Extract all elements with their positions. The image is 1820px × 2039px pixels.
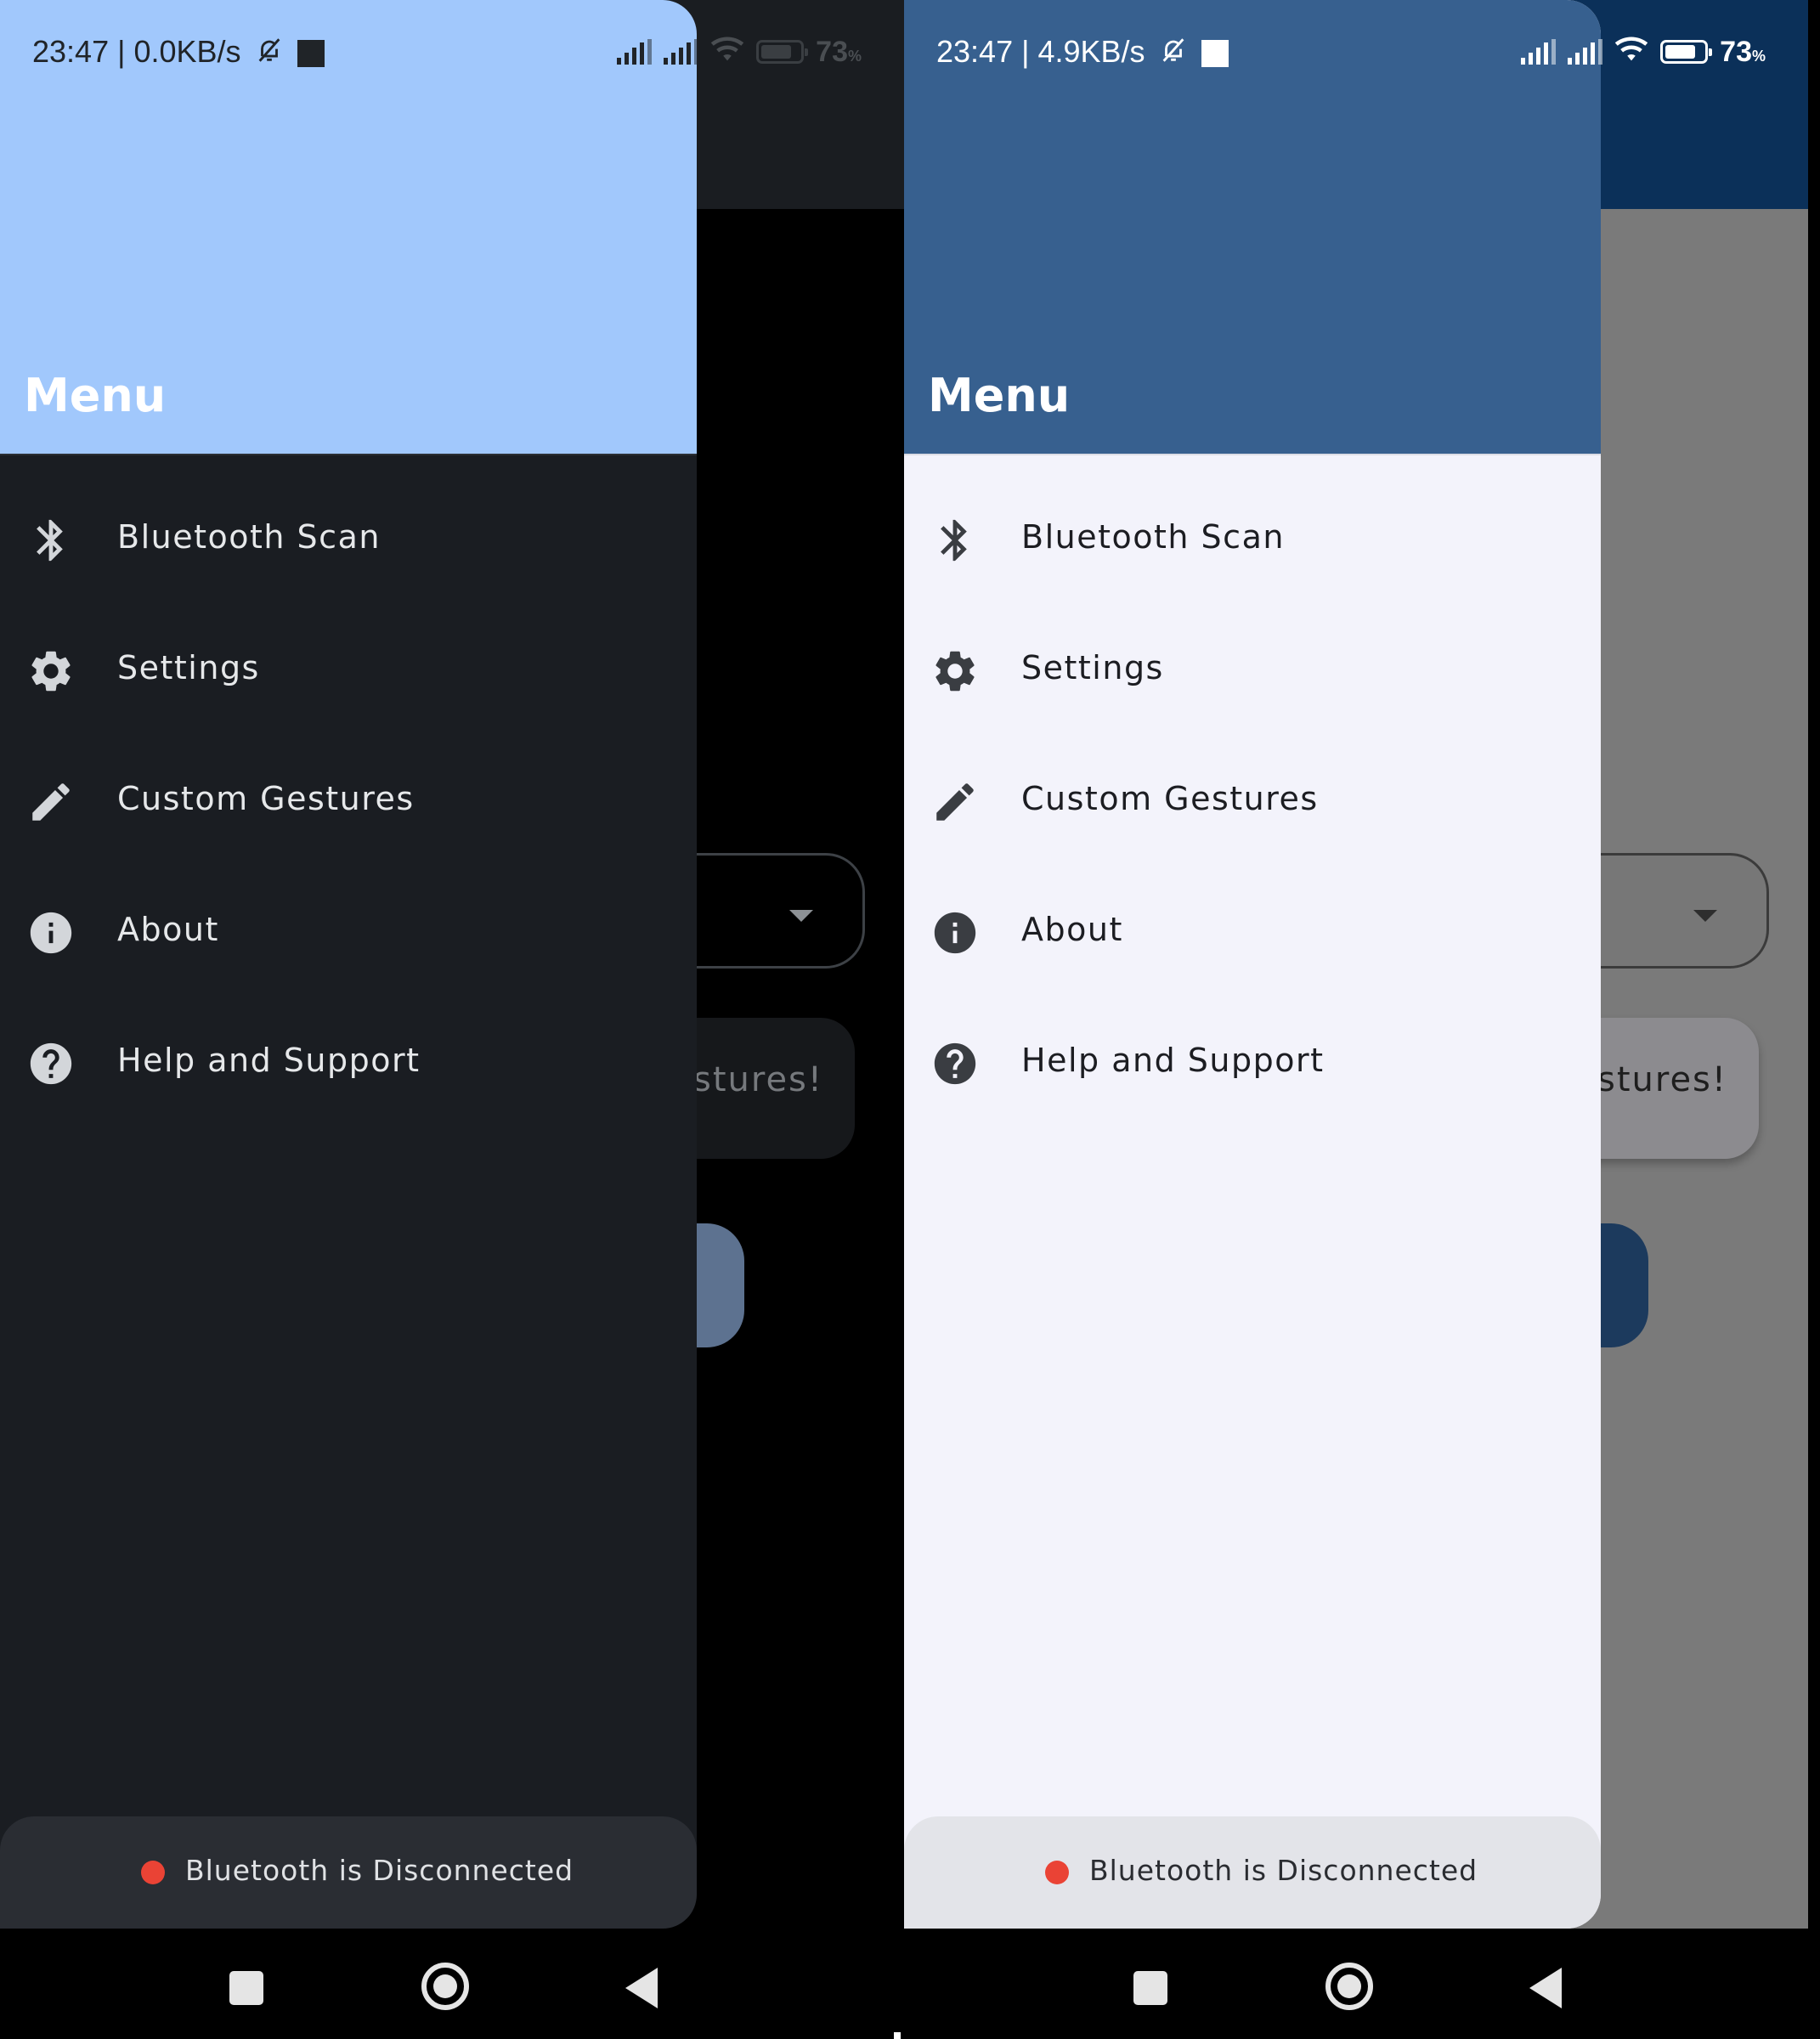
divider-tick (894, 2032, 901, 2039)
background-card-text: stures! (693, 1060, 823, 1099)
status-bar: 23:47 | 0.0KB/s 73% (0, 0, 904, 102)
menu-item-bluetooth-scan[interactable]: Bluetooth Scan (904, 474, 1601, 605)
menu-item-help-and-support[interactable]: Help and Support (0, 997, 697, 1128)
status-icons: 73% (617, 34, 862, 70)
status-dot-icon (141, 1861, 165, 1884)
notification-square-icon (297, 40, 325, 68)
menu-item-help-and-support[interactable]: Help and Support (904, 997, 1601, 1128)
back-icon[interactable] (1529, 1968, 1562, 2008)
gear-icon (25, 646, 76, 697)
wifi-icon (1614, 34, 1648, 70)
menu-item-about[interactable]: About (0, 867, 697, 997)
menu-item-custom-gestures[interactable]: Custom Gestures (904, 736, 1601, 867)
signal-icon (1521, 39, 1557, 65)
signal-icon (617, 39, 653, 65)
menu-list: Bluetooth Scan Settings Custom Gestures … (904, 454, 1601, 1128)
battery-level: 73% (816, 35, 862, 68)
help-icon (25, 1038, 76, 1089)
menu-item-label: Help and Support (117, 1042, 421, 1079)
recents-icon[interactable] (229, 1971, 263, 2005)
status-icons: 73% (1521, 34, 1766, 70)
status-time: 23:47 | 4.9KB/s (936, 34, 1229, 72)
menu-item-label: Custom Gestures (1021, 780, 1319, 817)
status-dot-icon (1045, 1861, 1069, 1884)
menu-item-settings[interactable]: Settings (904, 605, 1601, 736)
navigation-drawer: Menu Bluetooth Scan Settings Custom Gest… (904, 0, 1601, 1929)
home-icon[interactable] (421, 1963, 469, 2010)
bluetooth-status-text: Bluetooth is Disconnected (185, 1854, 574, 1887)
phone-screen-light: stures! Menu Bluetooth Scan Settings Cus… (904, 0, 1808, 2039)
bluetooth-icon (25, 515, 76, 566)
menu-item-label: Bluetooth Scan (1021, 518, 1285, 556)
navigation-bar (0, 1929, 904, 2039)
home-icon[interactable] (1325, 1963, 1373, 2010)
menu-item-label: Settings (117, 649, 260, 686)
menu-item-label: Bluetooth Scan (117, 518, 381, 556)
drawer-title: Menu (928, 369, 1071, 422)
signal-icon (664, 39, 699, 65)
bell-off-icon (1159, 36, 1188, 72)
battery-icon (1660, 40, 1713, 64)
navigation-drawer: Menu Bluetooth Scan Settings Custom Gest… (0, 0, 697, 1929)
menu-item-label: Help and Support (1021, 1042, 1325, 1079)
bluetooth-status-footer: Bluetooth is Disconnected (904, 1816, 1601, 1929)
help-icon (930, 1038, 981, 1089)
caret-down-icon (789, 910, 813, 922)
battery-icon (756, 40, 809, 64)
status-time: 23:47 | 0.0KB/s (32, 34, 325, 72)
gear-icon (930, 646, 981, 697)
menu-item-custom-gestures[interactable]: Custom Gestures (0, 736, 697, 867)
status-time-text: 23:47 | 4.9KB/s (936, 34, 1145, 69)
info-icon (930, 907, 981, 958)
status-time-text: 23:47 | 0.0KB/s (32, 34, 241, 69)
drawer-title: Menu (24, 369, 167, 422)
background-card-text: stures! (1597, 1060, 1727, 1099)
status-bar: 23:47 | 4.9KB/s 73% (904, 0, 1808, 102)
navigation-bar (904, 1929, 1808, 2039)
wifi-icon (710, 34, 744, 70)
pencil-icon (930, 777, 981, 827)
bluetooth-status-text: Bluetooth is Disconnected (1089, 1854, 1478, 1887)
signal-icon (1568, 39, 1603, 65)
bluetooth-status-footer: Bluetooth is Disconnected (0, 1816, 697, 1929)
caret-down-icon (1693, 910, 1717, 922)
menu-item-label: Custom Gestures (117, 780, 415, 817)
notification-square-icon (1201, 40, 1229, 68)
menu-list: Bluetooth Scan Settings Custom Gestures … (0, 454, 697, 1128)
info-icon (25, 907, 76, 958)
menu-item-about[interactable]: About (904, 867, 1601, 997)
menu-item-settings[interactable]: Settings (0, 605, 697, 736)
phone-screen-dark: stures! Menu Bluetooth Scan Settings Cus… (0, 0, 904, 2039)
recents-icon[interactable] (1133, 1971, 1167, 2005)
bell-off-icon (255, 36, 284, 72)
menu-item-label: Settings (1021, 649, 1164, 686)
menu-item-label: About (1021, 911, 1123, 948)
menu-item-label: About (117, 911, 219, 948)
bluetooth-icon (930, 515, 981, 566)
battery-level: 73% (1720, 35, 1766, 68)
back-icon[interactable] (625, 1968, 658, 2008)
menu-item-bluetooth-scan[interactable]: Bluetooth Scan (0, 474, 697, 605)
pencil-icon (25, 777, 76, 827)
